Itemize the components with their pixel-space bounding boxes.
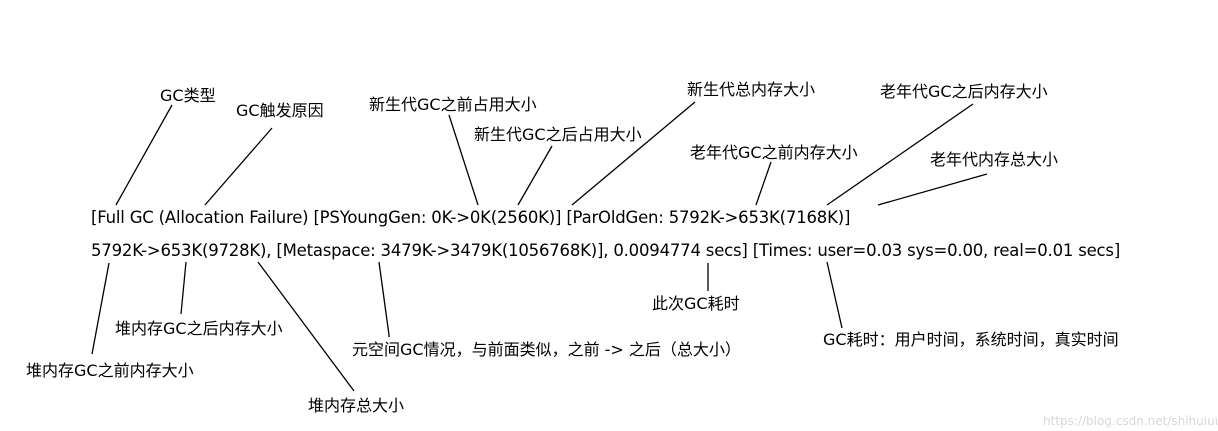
label-gc-type: GC类型: [160, 86, 216, 105]
label-gc-cause: GC触发原因: [236, 101, 324, 120]
gc-log-line-2: 5792K->653K(9728K), [Metaspace: 3479K->3…: [91, 241, 1121, 260]
connector-young-total: [571, 101, 696, 206]
connector-gc-times: [826, 261, 843, 329]
label-gc-time: 此次GC耗时: [652, 294, 740, 313]
connector-young-after: [517, 145, 553, 206]
label-young-after: 新生代GC之后占用大小: [474, 125, 642, 144]
connector-gc-type: [115, 104, 173, 206]
label-heap-before: 堆内存GC之前内存大小: [26, 361, 194, 380]
label-young-total: 新生代总内存大小: [687, 80, 816, 99]
connector-metaspace-a: [378, 261, 390, 336]
connector-heap-before: [91, 262, 110, 355]
gc-log-diagram: [Full GC (Allocation Failure) [PSYoungGe…: [0, 0, 1218, 431]
connector-gc-cause: [204, 127, 273, 206]
label-old-total: 老年代内存总大小: [930, 150, 1059, 169]
connector-heap-after: [180, 261, 187, 315]
watermark: https://blog.csdn.net/shihuiuu33: [1043, 414, 1218, 428]
label-heap-total: 堆内存总大小: [308, 396, 405, 415]
label-young-before: 新生代GC之前占用大小: [369, 95, 537, 114]
connector-old-total: [877, 173, 988, 206]
gc-log-line-1: [Full GC (Allocation Failure) [PSYoungGe…: [91, 208, 851, 227]
label-old-after: 老年代GC之后内存大小: [880, 82, 1048, 101]
connector-old-before: [755, 161, 772, 206]
label-old-before: 老年代GC之前内存大小: [690, 143, 858, 162]
label-heap-after: 堆内存GC之后内存大小: [115, 319, 283, 338]
label-metaspace: 元空间GC情况，与前面类似，之前 -> 之后（总大小）: [352, 340, 741, 359]
label-gc-times: GC耗时：用户时间，系统时间，真实时间: [823, 330, 1119, 349]
